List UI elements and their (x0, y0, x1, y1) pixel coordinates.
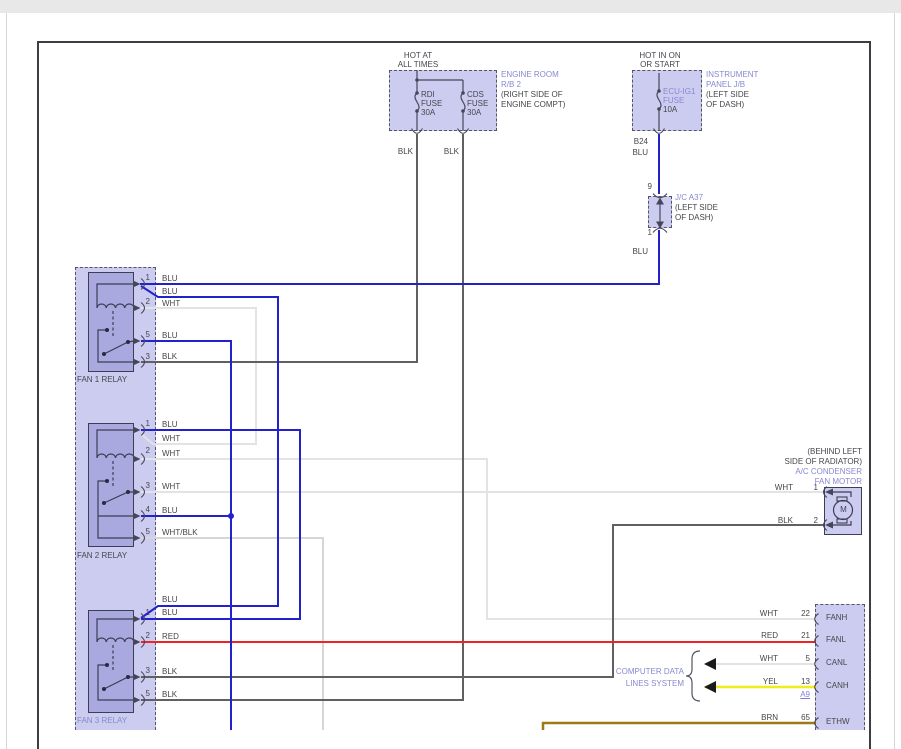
cds-fuse-symbol (461, 93, 465, 111)
connector-cup-icons (412, 129, 668, 233)
relay-coil-icon (97, 304, 134, 308)
fuse-symbols (415, 70, 661, 131)
fan2-relay-internals (97, 430, 134, 538)
fuse-dots (415, 78, 661, 113)
canl-arrow-icon (704, 658, 716, 670)
wire-brn-ethw (543, 723, 816, 730)
motor-pin2-arrow-icon (825, 522, 833, 529)
wiring-svg (0, 0, 901, 749)
wire-blu-fan1pin1-fan3pin1 (141, 286, 278, 618)
wire-wht-fan1pin2-fan2pin1 (140, 308, 256, 444)
relay-coil-icon (97, 638, 134, 642)
canh-arrow-icon (704, 681, 716, 693)
motor-symbol (824, 487, 853, 531)
wire-blu-fan1pin5 (141, 341, 231, 730)
wire-blk-fan3pin3-motor2 (141, 525, 824, 677)
wire-blu-jc-fan1pin1 (140, 230, 659, 284)
blk-wires (141, 134, 824, 700)
wire-blk-cds-fan3pin5 (141, 134, 463, 700)
fan2-relay-contact-dots (102, 479, 130, 505)
relay-switch-icon (104, 492, 134, 503)
wiring-diagram-page: HOT ATALL TIMES ENGINE ROOM R/B 2 (RIGHT… (0, 0, 901, 749)
ecu-connector-pin-icons (815, 614, 819, 729)
relay-switch-icon (104, 677, 134, 689)
fan3-relay-contact-dots (102, 663, 130, 691)
blu-wires (140, 134, 659, 730)
motor-circle-icon (834, 501, 853, 520)
fan1-relay-contact-dots (102, 328, 130, 356)
fan1-relay-internals (97, 284, 134, 362)
rdi-fuse-symbol (415, 93, 419, 111)
relay-coil-icon (97, 454, 134, 458)
jc-double-arrow-icon (656, 198, 664, 229)
motor-pin1-arrow-icon (825, 489, 833, 496)
wire-junction-dot (228, 513, 234, 519)
computer-data-brace-icon (686, 651, 700, 701)
ecu-ig1-fuse-symbol (657, 91, 661, 109)
